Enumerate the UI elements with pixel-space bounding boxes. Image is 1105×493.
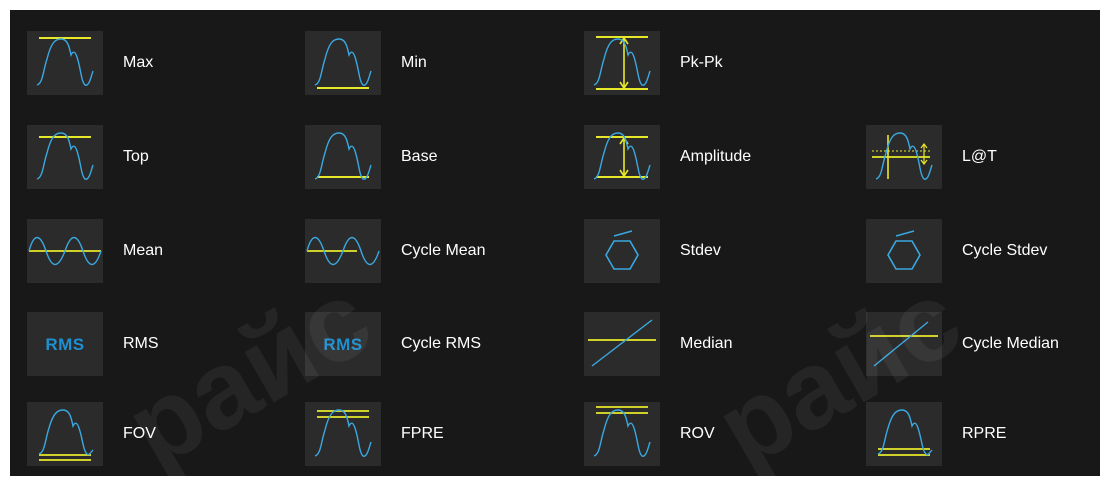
measure-label: Cycle Median: [962, 335, 1059, 352]
measure-fpre[interactable]: FPRE: [305, 402, 444, 466]
measure-label: Stdev: [680, 242, 721, 259]
pk-pk-icon: [584, 31, 660, 95]
measure-pk-pk[interactable]: Pk-Pk: [584, 31, 723, 95]
measure-fov[interactable]: FOV: [27, 402, 156, 466]
min-icon: [305, 31, 381, 95]
stdev-icon: [584, 219, 660, 283]
max-icon: [27, 31, 103, 95]
base-icon: [305, 125, 381, 189]
measure-amplitude[interactable]: Amplitude: [584, 125, 751, 189]
measure-label: FOV: [123, 425, 156, 442]
cycle-stdev-icon: [866, 219, 942, 283]
cycle-rms-icon-text: RMS: [323, 335, 362, 354]
measure-max[interactable]: Max: [27, 31, 153, 95]
measure-label: ROV: [680, 425, 715, 442]
measure-cycle-stdev[interactable]: Cycle Stdev: [866, 219, 1047, 283]
measure-label: Max: [123, 54, 154, 71]
measure-rov[interactable]: ROV: [584, 402, 715, 466]
rms-icon: RMS: [27, 312, 103, 376]
measure-label: Top: [123, 148, 149, 165]
cycle-mean-icon: [305, 219, 381, 283]
l-at-t-icon: [866, 125, 942, 189]
measure-label: RMS: [123, 335, 159, 352]
mean-icon: [27, 219, 103, 283]
measure-label: RPRE: [962, 425, 1007, 442]
measure-min[interactable]: Min: [305, 31, 427, 95]
fpre-icon: [305, 402, 381, 466]
measure-cycle-median[interactable]: Cycle Median: [866, 312, 1059, 376]
rpre-icon: [866, 402, 942, 466]
cycle-rms-icon: RMS: [305, 312, 381, 376]
measure-label: Amplitude: [680, 148, 752, 165]
measure-label: Cycle Mean: [401, 242, 486, 259]
amplitude-icon: [584, 125, 660, 189]
measure-l-at-t[interactable]: L@T: [866, 125, 997, 189]
measure-median[interactable]: Median: [584, 312, 732, 376]
measure-label: L@T: [962, 148, 997, 165]
measure-label: Cycle RMS: [401, 335, 482, 352]
measure-label: Base: [401, 148, 438, 165]
rov-icon: [584, 402, 660, 466]
measurement-panel: Max Min Pk-Pk Top Base Amplitude L@T Mea…: [10, 10, 1100, 491]
measure-label: Mean: [123, 242, 164, 259]
fov-icon: [27, 402, 103, 466]
rms-icon-text: RMS: [45, 335, 84, 354]
measure-base[interactable]: Base: [305, 125, 437, 189]
measure-stdev[interactable]: Stdev: [584, 219, 721, 283]
measure-mean[interactable]: Mean: [27, 219, 163, 283]
measure-label: Pk-Pk: [680, 54, 723, 71]
measure-rms[interactable]: RMS RMS: [27, 312, 159, 376]
measure-label: Cycle Stdev: [962, 242, 1048, 259]
top-icon: [27, 125, 103, 189]
median-icon: [584, 312, 660, 376]
measure-label: FPRE: [401, 425, 444, 442]
measure-cycle-rms[interactable]: RMS Cycle RMS: [305, 312, 481, 376]
measure-label: Median: [680, 335, 733, 352]
measure-label: Min: [401, 54, 427, 71]
measure-cycle-mean[interactable]: Cycle Mean: [305, 219, 485, 283]
measure-top[interactable]: Top: [27, 125, 149, 189]
cycle-median-icon: [866, 312, 942, 376]
measure-rpre[interactable]: RPRE: [866, 402, 1006, 466]
